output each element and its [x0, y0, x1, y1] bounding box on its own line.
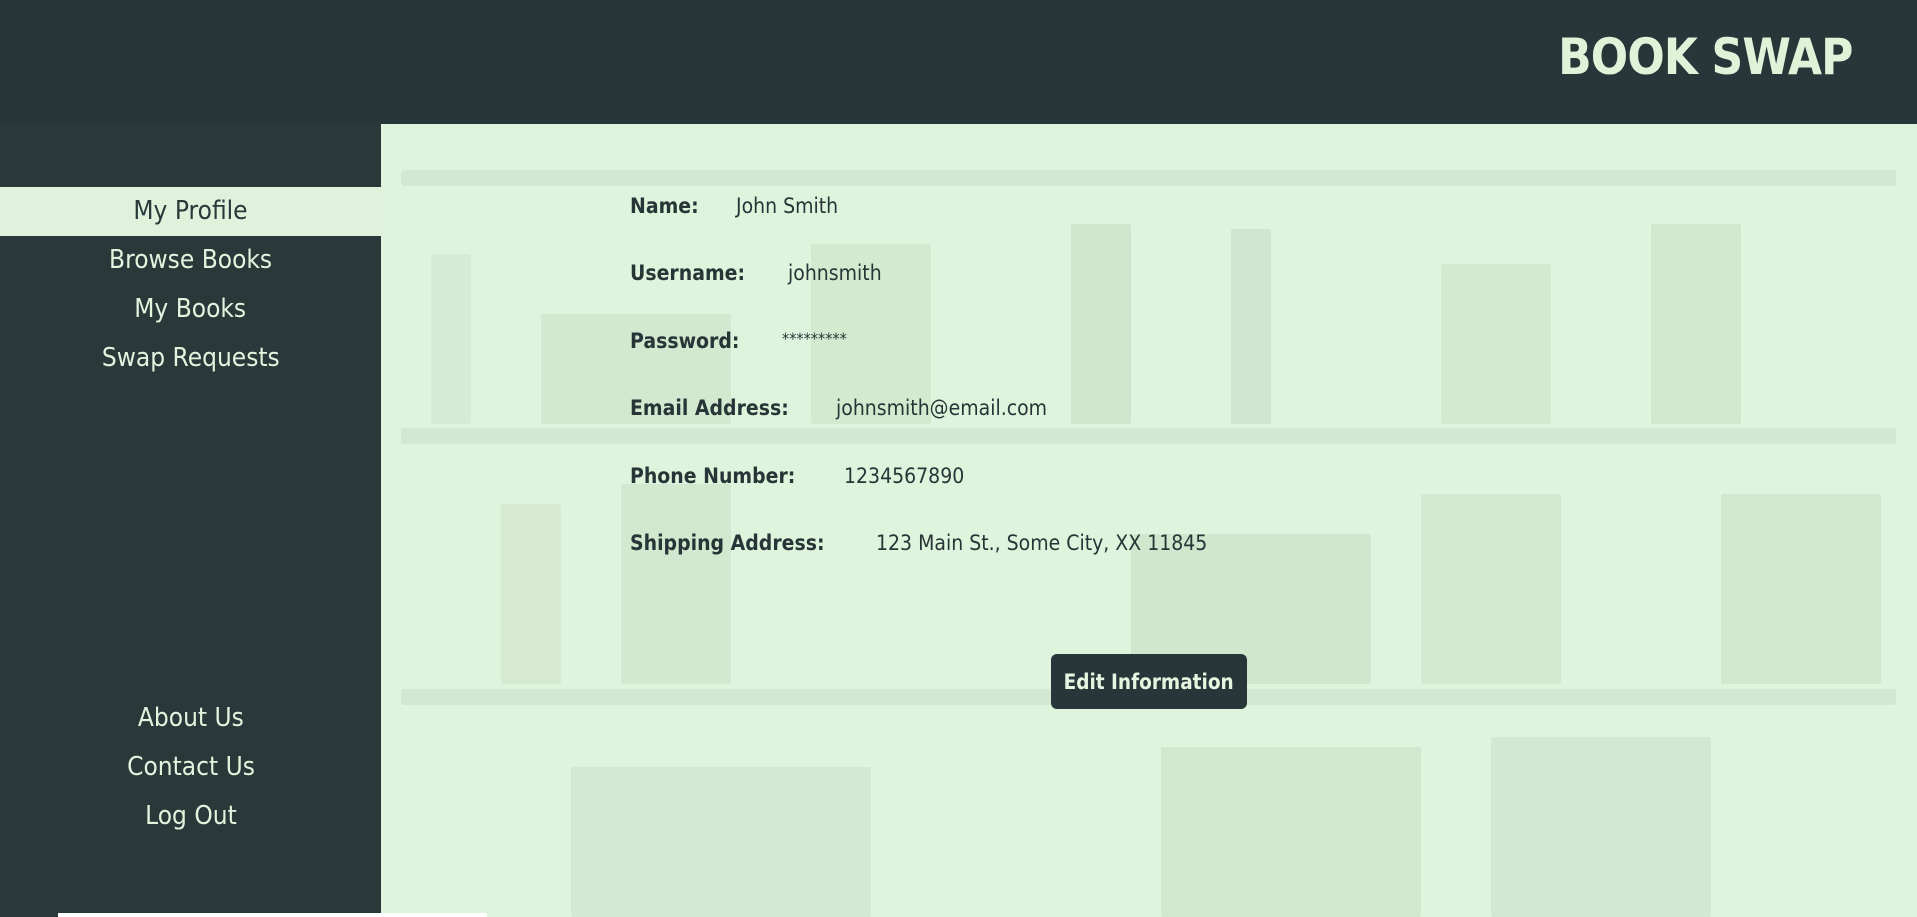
sidebar-item-contact-us[interactable]: Contact Us: [0, 743, 381, 792]
book: [501, 504, 561, 684]
sidebar-item-label: Log Out: [144, 801, 237, 831]
book: [1491, 737, 1711, 917]
button-label: Edit Information: [1063, 669, 1235, 694]
brand-logo[interactable]: BOOK SWAP: [1559, 28, 1854, 86]
field-label: Username:: [630, 261, 746, 286]
sidebar-item-label: Swap Requests: [101, 343, 280, 373]
profile-panel: Name: John Smith Username: johnsmith Pas…: [381, 124, 1917, 917]
field-label: Name:: [630, 194, 699, 218]
field-value: 123 Main St., Some City, XX 11845: [876, 530, 1208, 555]
sidebar-item-swap-requests[interactable]: Swap Requests: [0, 334, 381, 383]
book: [1721, 494, 1881, 684]
field-value: johnsmith@email.com: [836, 396, 1048, 421]
field-label: Shipping Address:: [630, 530, 825, 555]
sidebar-item-label: Browse Books: [108, 245, 273, 275]
book: [1441, 264, 1551, 424]
field-password: Password: *********: [630, 329, 1244, 396]
field-value: johnsmith: [787, 261, 882, 286]
book: [571, 767, 871, 917]
field-value: *********: [781, 328, 847, 348]
shelf: [401, 170, 1896, 186]
field-value: 1234567890: [843, 463, 964, 488]
sidebar-item-label: Contact Us: [126, 752, 255, 782]
field-username: Username: johnsmith: [630, 261, 1244, 328]
field-phone: Phone Number: 1234567890: [630, 464, 1244, 531]
sidebar-item-label: My Books: [134, 294, 247, 324]
sidebar-item-label: My Profile: [133, 196, 248, 226]
profile-fields: Name: John Smith Username: johnsmith Pas…: [630, 194, 1244, 598]
field-name: Name: John Smith: [630, 194, 1244, 261]
field-value: John Smith: [736, 194, 839, 218]
sidebar-nav-secondary: About Us Contact Us Log Out: [0, 694, 381, 841]
sidebar-item-about-us[interactable]: About Us: [0, 694, 381, 743]
sidebar-item-browse-books[interactable]: Browse Books: [0, 236, 381, 285]
sidebar: My Profile Browse Books My Books Swap Re…: [0, 124, 381, 917]
sidebar-item-label: About Us: [137, 703, 244, 733]
sidebar-item-my-books[interactable]: My Books: [0, 285, 381, 334]
field-label: Password:: [630, 328, 740, 353]
sidebar-item-my-profile[interactable]: My Profile: [0, 187, 381, 236]
sidebar-nav-main: My Profile Browse Books My Books Swap Re…: [0, 187, 381, 383]
sidebar-item-log-out[interactable]: Log Out: [0, 792, 381, 841]
book: [1161, 747, 1421, 917]
field-label: Phone Number:: [630, 463, 796, 488]
top-header: BOOK SWAP: [0, 0, 1917, 124]
horizontal-scrollbar[interactable]: [58, 913, 487, 917]
book: [1651, 224, 1741, 424]
book-row: [421, 724, 1891, 917]
edit-information-button[interactable]: Edit Information: [1051, 654, 1247, 709]
field-shipping-address: Shipping Address: 123 Main St., Some Cit…: [630, 531, 1244, 598]
book: [1421, 494, 1561, 684]
field-email: Email Address: johnsmith@email.com: [630, 396, 1244, 463]
field-label: Email Address:: [630, 396, 789, 421]
book: [431, 254, 471, 424]
